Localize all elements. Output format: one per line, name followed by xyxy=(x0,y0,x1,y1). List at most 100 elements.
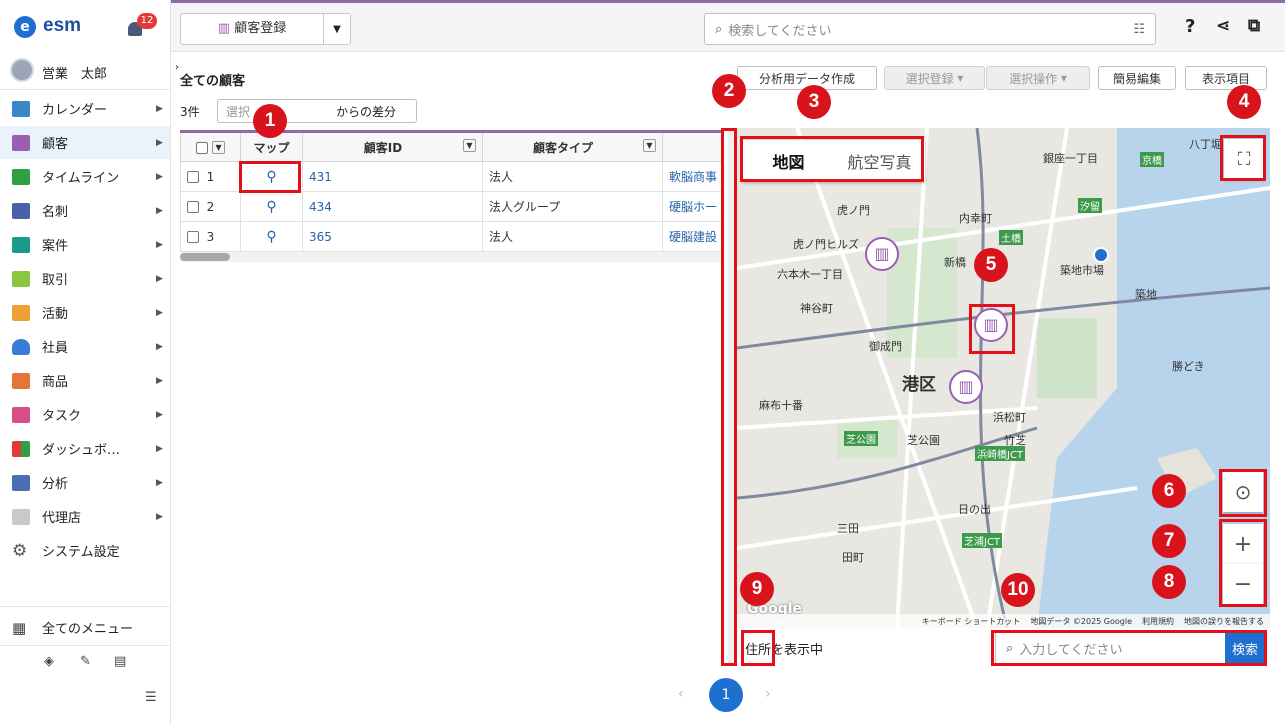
callout-box-5 xyxy=(969,304,1015,354)
chart-icon xyxy=(12,474,30,491)
callout-9: 9 xyxy=(740,572,774,606)
row-checkbox[interactable] xyxy=(187,231,199,243)
chevron-right-icon: ▶ xyxy=(156,341,163,352)
chevron-right-icon: ▶ xyxy=(156,375,163,386)
external-link-icon[interactable]: ⧉ xyxy=(1248,16,1260,36)
person-icon xyxy=(12,338,30,355)
sidebar-item-calendar[interactable]: カレンダー ▶ xyxy=(0,92,170,125)
register-customer-button[interactable]: ▥ 顧客登録 ▼ xyxy=(180,13,351,45)
row-checkbox[interactable] xyxy=(187,201,199,213)
sidebar-item-employee[interactable]: 社員 ▶ xyxy=(0,330,170,363)
chevron-right-icon: ▶ xyxy=(156,443,163,454)
global-search-input[interactable]: ⌕ 検索してください ☷ xyxy=(704,13,1156,45)
callout-box-9 xyxy=(741,630,775,666)
chevron-right-icon: ▶ xyxy=(156,171,163,182)
select-operation-button[interactable]: 選択操作 ▾ xyxy=(986,66,1090,90)
callout-box-10 xyxy=(991,630,1267,666)
agency-icon xyxy=(12,508,30,525)
callout-10: 10 xyxy=(1001,573,1035,607)
shield-icon[interactable]: ◈ xyxy=(44,654,54,669)
prev-page-icon[interactable]: ‹ xyxy=(678,686,684,702)
table-row[interactable]: 2 ⚲ 434 法人グループ 硬脳ホー xyxy=(180,191,725,222)
sidebar-item-activity[interactable]: 活動 ▶ xyxy=(0,296,170,329)
sidebar-item-task[interactable]: タスク ▶ xyxy=(0,398,170,431)
calendar-icon xyxy=(12,100,30,117)
page-1[interactable]: 1 xyxy=(709,678,743,712)
app-logo[interactable]: esm xyxy=(43,15,81,37)
map-attribution: キーボード ショートカット 地図データ ©2025 Google 利用規約 地図… xyxy=(737,614,1270,628)
help-icon[interactable]: ? xyxy=(1185,16,1195,37)
grid-icon: ▦ xyxy=(12,618,27,637)
table-row[interactable]: 3 ⚲ 365 法人 硬脳建設 xyxy=(180,221,725,252)
select-all-checkbox[interactable] xyxy=(195,141,208,154)
map-ward-label: 港区 xyxy=(902,375,936,395)
customer-id-link[interactable]: 365 xyxy=(302,221,483,252)
column-header-id[interactable]: 顧客ID ▼ xyxy=(302,130,483,162)
sidebar-item-agency[interactable]: 代理店 ▶ xyxy=(0,500,170,533)
map-tiles xyxy=(737,128,1270,628)
row-checkbox[interactable] xyxy=(187,171,199,183)
customer-map-marker[interactable]: ▥ xyxy=(949,370,983,404)
callout-box-2 xyxy=(721,128,737,666)
callout-box-6 xyxy=(1219,469,1267,517)
sidebar-item-deal[interactable]: 案件 ▶ xyxy=(0,228,170,261)
list-title: 全ての顧客 xyxy=(180,74,246,89)
customer-id-link[interactable]: 434 xyxy=(302,191,483,222)
wrench-icon[interactable]: ✎ xyxy=(80,654,91,669)
diff-select[interactable]: 選択 からの差分 xyxy=(217,99,417,123)
checkbox-icon xyxy=(12,406,30,423)
all-menu-item[interactable]: ▦ 全てのメニュー xyxy=(0,611,170,644)
callout-box-1 xyxy=(239,161,301,193)
callout-box-4 xyxy=(1220,135,1266,181)
chevron-right-icon: ▶ xyxy=(156,477,163,488)
map-pin-icon[interactable]: ⚲ xyxy=(240,221,303,252)
display-items-button[interactable]: 表示項目 xyxy=(1185,66,1267,90)
sidebar-item-analysis[interactable]: 分析 ▶ xyxy=(0,466,170,499)
sidebar-item-product[interactable]: 商品 ▶ xyxy=(0,364,170,397)
map-view[interactable]: 港区 虎ノ門 内幸町 虎ノ門ヒルズ 新橋 六本木一丁目 築地市場 神谷町 御成門… xyxy=(737,128,1270,628)
column-header-type[interactable]: 顧客タイプ ▼ xyxy=(482,130,663,162)
notification-badge: 12 xyxy=(137,13,157,29)
chevron-down-icon[interactable]: ▼ xyxy=(212,141,226,154)
customer-name-link[interactable]: 軟脳商事 xyxy=(661,161,725,192)
diff-label: からの差分 xyxy=(336,104,397,119)
callout-3: 3 xyxy=(797,85,831,119)
customer-id-link[interactable]: 431 xyxy=(302,161,483,192)
chevron-down-icon[interactable]: ▼ xyxy=(463,138,476,152)
sidebar-item-dashboard[interactable]: ダッシュボ… ▶ xyxy=(0,432,170,465)
chevron-right-icon: ▶ xyxy=(156,103,163,114)
sidebar-item-timeline[interactable]: タイムライン ▶ xyxy=(0,160,170,193)
sidebar: e esm 12 営業 太郎 カレンダー ▶ 顧客 ▶ タイムライン ▶ 名刺 ▶ 案件… xyxy=(0,0,171,724)
quick-edit-button[interactable]: 簡易編集 xyxy=(1098,66,1176,90)
collapse-sidebar-icon[interactable]: ☰ xyxy=(145,690,157,705)
customer-name-link[interactable]: 硬脳建設 xyxy=(661,221,725,252)
map-pin-icon[interactable]: ⚲ xyxy=(240,191,303,222)
film-icon[interactable]: ▤ xyxy=(114,654,126,669)
chevron-down-icon[interactable]: ▼ xyxy=(324,24,350,35)
sidebar-item-business-card[interactable]: 名刺 ▶ xyxy=(0,194,170,227)
user-name[interactable]: 営業 太郎 xyxy=(42,63,107,82)
customer-name-link[interactable]: 硬脳ホー xyxy=(661,191,725,222)
building-icon xyxy=(12,134,30,151)
clipboard-icon xyxy=(12,304,30,321)
select-register-button[interactable]: 選択登録 ▾ xyxy=(884,66,985,90)
next-page-icon[interactable]: › xyxy=(765,686,771,702)
customer-map-marker[interactable]: ▥ xyxy=(865,237,899,271)
chevron-right-icon: ▶ xyxy=(156,205,163,216)
filter-settings-icon[interactable]: ☷ xyxy=(1133,22,1145,37)
horizontal-scrollbar[interactable] xyxy=(180,252,723,262)
top-bar: ▥ 顧客登録 ▼ ⌕ 検索してください ☷ ? ⋖ ⧉ xyxy=(171,0,1285,52)
sidebar-item-settings[interactable]: ⚙ システム設定 xyxy=(0,534,170,567)
current-location-dot xyxy=(1093,247,1109,263)
avatar[interactable] xyxy=(10,58,34,82)
folder-icon xyxy=(12,236,30,253)
share-icon[interactable]: ⋖ xyxy=(1216,16,1230,36)
callout-6: 6 xyxy=(1152,474,1186,508)
search-icon: ⌕ xyxy=(715,21,723,37)
chevron-right-icon: ▶ xyxy=(156,409,163,420)
logo-icon: e xyxy=(14,16,36,38)
chevron-right-icon[interactable]: › xyxy=(175,62,179,73)
sidebar-item-transaction[interactable]: 取引 ▶ xyxy=(0,262,170,295)
sidebar-item-customer[interactable]: 顧客 ▶ xyxy=(0,126,170,159)
chevron-down-icon[interactable]: ▼ xyxy=(643,138,656,152)
